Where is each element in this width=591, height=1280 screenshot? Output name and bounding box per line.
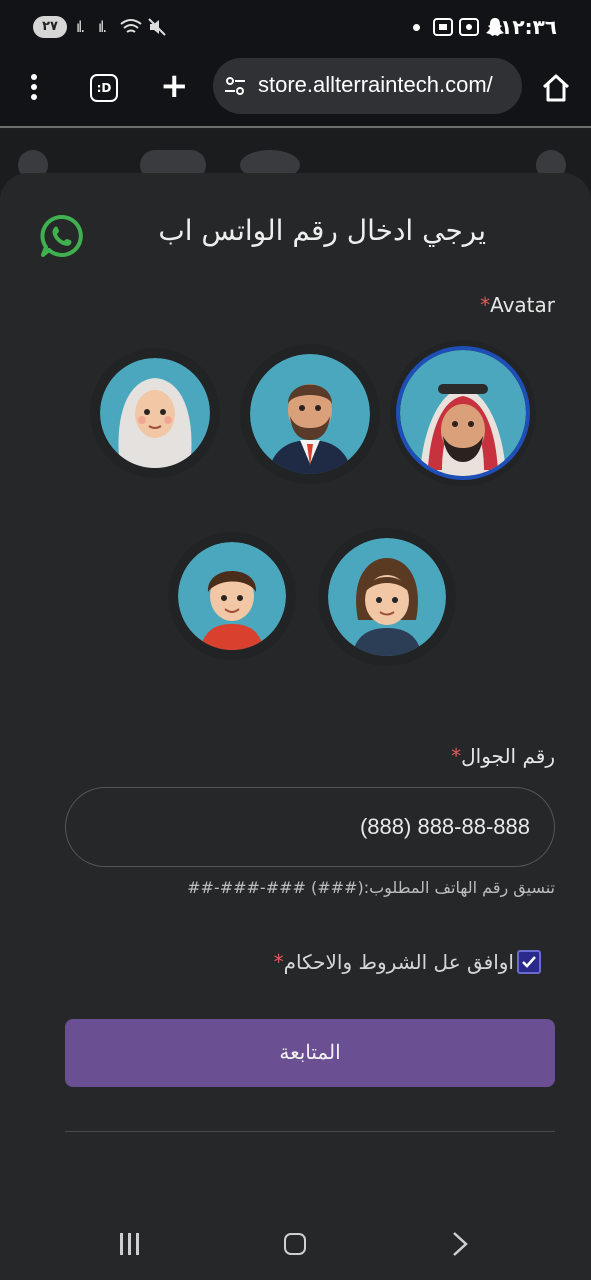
site-settings-icon[interactable] — [223, 74, 247, 98]
wifi-icon — [120, 19, 142, 33]
system-nav-bar — [0, 1205, 591, 1280]
terms-checkbox[interactable] — [517, 950, 541, 974]
avatar-boy[interactable] — [178, 542, 286, 650]
tabs-button[interactable]: :D — [90, 74, 118, 102]
recent-apps-icon[interactable] — [118, 1233, 142, 1255]
dialog-title: يرجي ادخال رقم الواتس اب — [158, 214, 486, 247]
screenshot-icon — [433, 18, 453, 36]
mute-icon — [148, 18, 166, 36]
whatsapp-icon — [40, 214, 83, 257]
signal-icon: ıl. — [98, 18, 107, 36]
avatar-label: *Avatar — [480, 293, 555, 317]
back-icon[interactable] — [450, 1231, 470, 1257]
dot-icon — [413, 24, 420, 31]
phone-input[interactable]: (888) 888-88-888 — [65, 787, 555, 867]
continue-button[interactable]: المتابعة — [65, 1019, 555, 1087]
divider — [65, 1131, 555, 1132]
whatsapp-dialog — [0, 173, 591, 1280]
phone-label: رقم الجوال* — [451, 744, 555, 768]
clock: ١٢:٣٦ — [500, 15, 557, 39]
phone-format-hint: تنسيق رقم الهاتف المطلوب:(###) ###-###-#… — [187, 878, 555, 897]
new-tab-icon[interactable]: + — [160, 68, 189, 104]
avatar-saudi-man[interactable] — [400, 350, 526, 476]
checkmark-icon — [522, 956, 536, 968]
terms-label: اوافق عل الشروط والاحكام* — [273, 950, 514, 974]
home-icon[interactable] — [540, 72, 572, 104]
avatar-hijab-woman[interactable] — [100, 358, 210, 468]
status-bar: ٢٧ ıl. ıl. ١٢:٣٦ — [0, 0, 591, 56]
address-bar[interactable]: store.allterraintech.com/ — [213, 58, 522, 114]
home-button-icon[interactable] — [284, 1233, 306, 1255]
battery-indicator: ٢٧ — [33, 16, 67, 38]
url-text: store.allterraintech.com/ — [258, 72, 493, 97]
browser-toolbar: :D + store.allterraintech.com/ — [0, 56, 591, 128]
avatar-girl[interactable] — [328, 538, 446, 656]
menu-icon[interactable] — [28, 74, 40, 104]
signal-icon: ıl. — [76, 18, 85, 36]
avatar-businessman[interactable] — [250, 354, 370, 474]
screen-record-icon — [459, 18, 479, 36]
